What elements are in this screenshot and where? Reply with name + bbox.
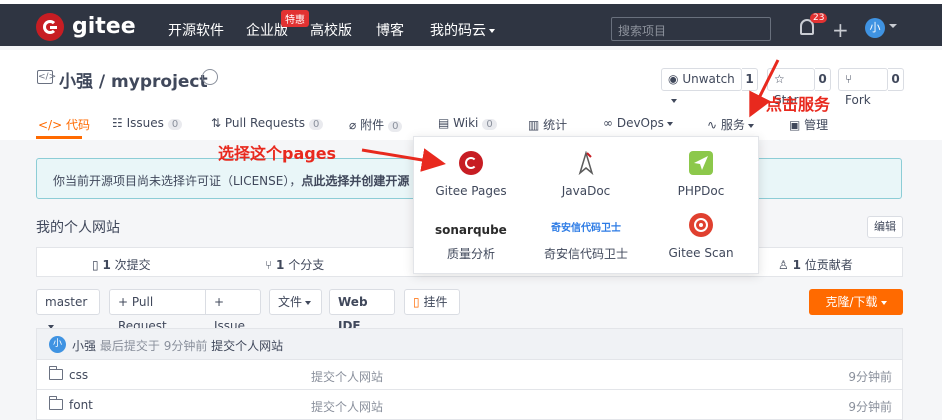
annotation-arrows [361, 59, 780, 172]
arrow-to-gitee-pages [361, 148, 446, 172]
arrow-to-services-tab [749, 59, 780, 118]
